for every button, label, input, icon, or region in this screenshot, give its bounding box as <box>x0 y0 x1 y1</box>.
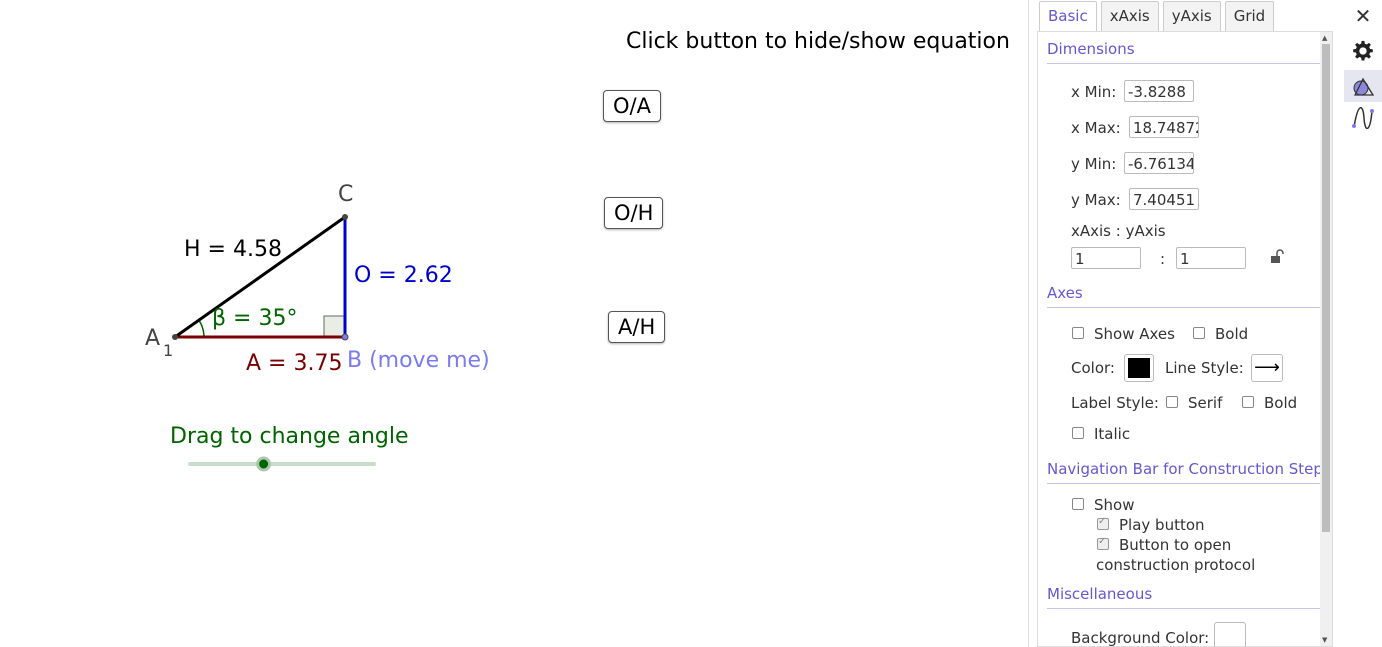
gear-icon[interactable] <box>1344 35 1382 67</box>
play-button-checkbox[interactable] <box>1097 516 1109 530</box>
point-c[interactable] <box>342 214 348 220</box>
slider-caption: Drag to change angle <box>170 424 409 449</box>
protocol-button-checkbox[interactable] <box>1097 536 1109 550</box>
divider <box>1047 608 1320 609</box>
label-hypotenuse: H = 4.58 <box>184 237 282 262</box>
ymin-label: y Min: <box>1071 155 1117 173</box>
bold-axes-checkbox[interactable] <box>1193 327 1205 339</box>
divider <box>1047 63 1320 64</box>
xmax-input[interactable]: 18.74872 <box>1129 116 1199 138</box>
tab-basic[interactable]: Basic <box>1039 1 1097 31</box>
line-style-label: Line Style: <box>1165 359 1244 377</box>
xmax-label: x Max: <box>1071 119 1121 137</box>
background-color-button[interactable] <box>1214 622 1246 646</box>
section-axes: Axes <box>1047 284 1083 302</box>
axes-color-label: Color: <box>1071 359 1115 377</box>
section-dimensions: Dimensions <box>1047 40 1135 58</box>
ratio-x-input[interactable]: 1 <box>1071 247 1141 269</box>
divider <box>1047 483 1320 484</box>
scroll-down-arrow-icon[interactable]: ▼ <box>1322 636 1327 644</box>
unlock-icon[interactable] <box>1270 248 1286 264</box>
show-navbar-checkbox[interactable] <box>1072 498 1084 510</box>
scroll-up-arrow-icon[interactable]: ▲ <box>1322 34 1327 42</box>
xmin-input[interactable]: -3.8288 <box>1124 80 1194 102</box>
show-axes-label: Show Axes <box>1094 325 1175 343</box>
bold-label-checkbox[interactable] <box>1242 396 1254 408</box>
label-opposite: O = 2.62 <box>354 263 453 288</box>
ymin-input[interactable]: -6.76134 <box>1124 152 1194 174</box>
label-point-c: C <box>338 182 354 207</box>
ymax-input[interactable]: 7.40451 <box>1129 188 1199 210</box>
label-point-a-subscript: 1 <box>163 341 174 360</box>
graphics-style-icon[interactable] <box>1344 70 1382 102</box>
section-miscellaneous: Miscellaneous <box>1047 585 1153 603</box>
label-point-b[interactable]: B (move me) <box>347 348 490 373</box>
tab-grid[interactable]: Grid <box>1224 1 1275 31</box>
axis-ratio-label: xAxis : yAxis <box>1071 222 1166 240</box>
angle-slider-knob[interactable] <box>256 456 272 472</box>
label-angle: β = 35° <box>212 306 298 331</box>
protocol-button-label-line2: construction protocol <box>1096 556 1256 574</box>
ratio-separator: : <box>1160 250 1166 268</box>
xmin-label: x Min: <box>1071 83 1117 101</box>
italic-checkbox[interactable] <box>1072 427 1084 439</box>
graphics-view[interactable]: Click button to hide/show equation O/A O… <box>0 0 1028 647</box>
label-adjacent: A = 3.75 <box>246 351 343 376</box>
point-a[interactable] <box>172 334 178 340</box>
tab-yaxis[interactable]: yAxis <box>1162 1 1221 31</box>
italic-label: Italic <box>1094 425 1131 443</box>
show-axes-checkbox[interactable] <box>1072 327 1084 339</box>
graphics-style-glyph <box>1353 77 1375 96</box>
side-toolbar: ✕ <box>1344 0 1382 647</box>
properties-tabs: Basic xAxis yAxis Grid <box>1039 1 1275 31</box>
tab-xaxis[interactable]: xAxis <box>1100 1 1159 31</box>
section-navigation-bar: Navigation Bar for Construction Steps <box>1047 460 1331 478</box>
background-color-label: Background Color: <box>1071 629 1210 647</box>
function-curve-icon[interactable] <box>1344 102 1382 134</box>
play-button-label: Play button <box>1119 516 1205 534</box>
ratio-y-input[interactable]: 1 <box>1176 247 1246 269</box>
serif-checkbox[interactable] <box>1166 396 1178 408</box>
function-curve-glyph <box>1352 107 1374 129</box>
point-b[interactable] <box>341 333 349 341</box>
triangle-figure <box>172 214 376 472</box>
properties-scroll-area[interactable]: Dimensions x Min: -3.8288 x Max: 18.7487… <box>1037 31 1333 647</box>
ymax-label: y Max: <box>1071 191 1121 209</box>
axes-color-button[interactable] <box>1124 354 1154 382</box>
properties-panel: Basic xAxis yAxis Grid Dimensions x Min:… <box>1028 0 1343 647</box>
protocol-button-label-line1: Button to open <box>1119 536 1232 554</box>
divider <box>1047 307 1320 308</box>
scrollbar-thumb[interactable] <box>1322 44 1330 532</box>
close-icon[interactable]: ✕ <box>1344 0 1382 32</box>
axes-color-swatch <box>1128 358 1150 378</box>
gear-icon-glyph <box>1353 40 1373 61</box>
serif-label: Serif <box>1188 394 1223 412</box>
label-style-label: Label Style: <box>1071 394 1159 412</box>
line-style-button[interactable]: ⟶ <box>1251 354 1283 382</box>
panel-scrollbar[interactable]: ▲ ▼ <box>1320 32 1332 646</box>
show-navbar-label: Show <box>1094 496 1135 514</box>
right-angle-marker <box>323 315 345 337</box>
bold-axes-label: Bold <box>1215 325 1249 343</box>
bold-label-label: Bold <box>1264 394 1298 412</box>
label-point-a: A <box>145 326 161 351</box>
